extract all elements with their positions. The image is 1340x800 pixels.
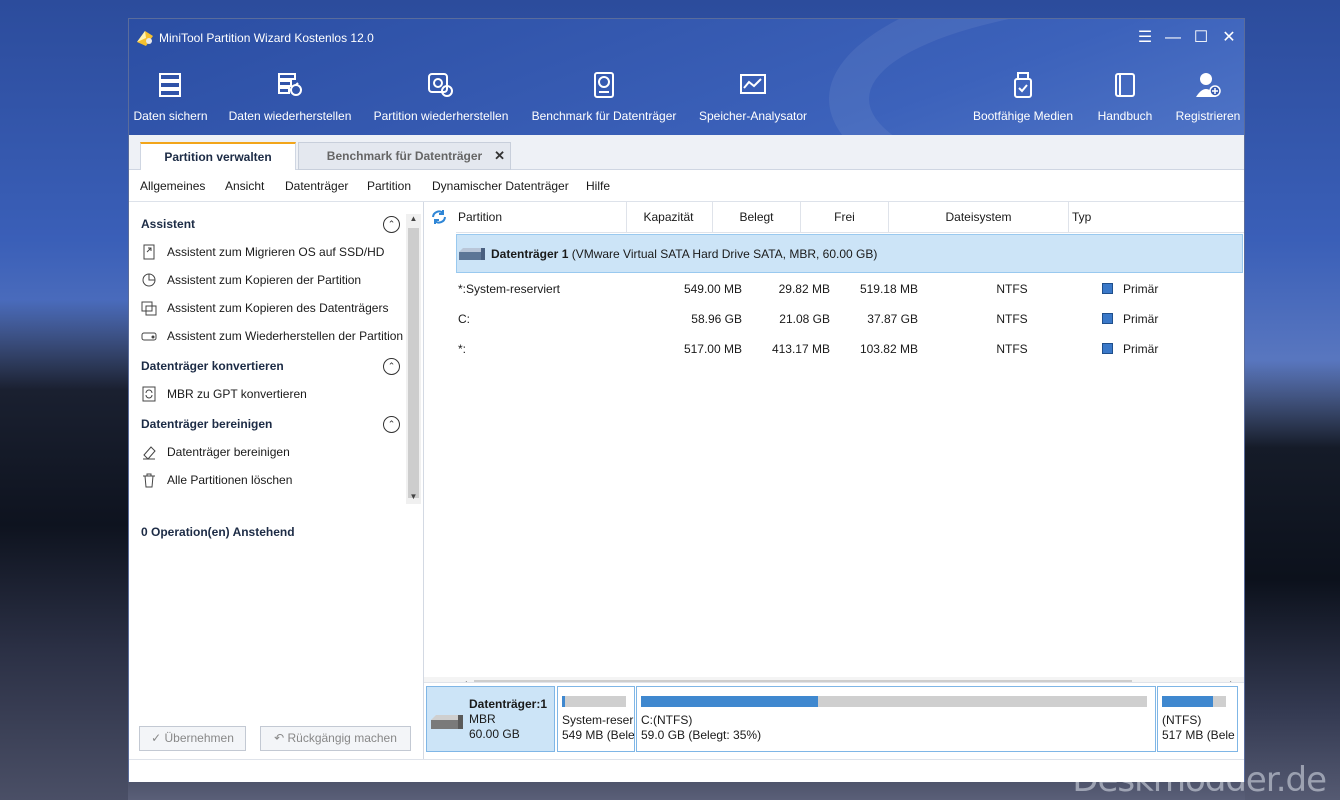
window-title: MiniTool Partition Wizard Kostenlos 12.0: [159, 31, 374, 45]
menu-datentraeger[interactable]: Datenträger: [285, 179, 348, 193]
toolbar-benchmark[interactable]: Benchmark für Datenträger: [530, 71, 678, 129]
table-row[interactable]: *: 517.00 MB 413.17 MB 103.82 MB NTFS Pr…: [456, 334, 1244, 364]
primary-type-icon: [1102, 343, 1113, 354]
toolbar-daten-wiederherstellen[interactable]: Daten wiederherstellen: [228, 71, 352, 129]
toolbar-bootfaehige-medien[interactable]: Bootfähige Medien: [971, 71, 1075, 129]
scroll-down-icon[interactable]: ▼: [406, 492, 421, 501]
menu-bar: Allgemeines Ansicht Datenträger Partitio…: [129, 170, 1244, 202]
app-logo-icon: [137, 31, 153, 46]
col-dateisystem[interactable]: Dateisystem: [889, 202, 1069, 232]
pending-operations: 0 Operation(en) Anstehend: [141, 525, 295, 539]
eraser-icon: [143, 446, 156, 460]
primary-type-icon: [1102, 313, 1113, 324]
col-partition[interactable]: Partition: [456, 202, 627, 232]
usage-bar: [641, 696, 819, 707]
toolbar-speicher-analysator[interactable]: Speicher-Analysator: [698, 71, 808, 129]
data-recovery-icon: [278, 73, 302, 96]
sidebar-item-copy-disk[interactable]: Assistent zum Kopieren des Datenträgers: [141, 300, 388, 320]
disk-map-size: 60.00 GB: [469, 727, 520, 741]
menu-icon[interactable]: ☰: [1134, 27, 1156, 49]
disk-detail: (VMware Virtual SATA Hard Drive SATA, MB…: [571, 247, 878, 261]
header-divider: [456, 232, 1244, 233]
maximize-button[interactable]: ☐: [1190, 27, 1212, 49]
recover-partition-icon: [141, 332, 157, 341]
col-kapazitaet[interactable]: Kapazität: [625, 202, 713, 232]
section-assistent: Assistent: [141, 217, 196, 231]
close-tab-icon[interactable]: ✕: [494, 143, 505, 169]
disk-name: Datenträger 1: [491, 247, 569, 261]
section-datentraeger-konvertieren: Datenträger konvertieren: [141, 359, 284, 373]
backup-icon: [158, 73, 181, 97]
manual-icon: [1115, 73, 1135, 97]
menu-allgemeines[interactable]: Allgemeines: [140, 179, 205, 193]
usage-bar: [1162, 696, 1214, 707]
sidebar-item-migrate-os[interactable]: Assistent zum Migrieren OS auf SSD/HD: [141, 244, 384, 264]
copy-disk-icon: [141, 301, 157, 316]
hard-disk-icon: [431, 715, 463, 729]
menu-ansicht[interactable]: Ansicht: [225, 179, 264, 193]
tab-partition-verwalten[interactable]: Partition verwalten: [140, 142, 296, 171]
trash-icon: [143, 473, 155, 488]
disk-map-partition[interactable]: (NTFS) 517 MB (Bele: [1157, 686, 1238, 752]
usage-bar: [562, 696, 566, 707]
migrate-os-icon: [143, 244, 155, 260]
header: MiniTool Partition Wizard Kostenlos 12.0…: [129, 19, 1244, 135]
scroll-up-icon[interactable]: ▲: [406, 214, 421, 223]
sidebar-scrollbar[interactable]: ▲ ▼: [406, 214, 421, 504]
title-bar: MiniTool Partition Wizard Kostenlos 12.0…: [129, 19, 1244, 57]
tab-bar: Partition verwalten Benchmark für Datent…: [129, 135, 1244, 171]
disk-map-scheme: MBR: [469, 712, 496, 726]
sidebar-scroll-thumb[interactable]: [408, 228, 419, 498]
copy-partition-icon: [142, 273, 156, 287]
convert-icon: [142, 386, 156, 402]
space-analyzer-icon: [740, 74, 766, 94]
primary-type-icon: [1102, 283, 1113, 294]
toolbar-handbuch[interactable]: Handbuch: [1095, 71, 1155, 129]
col-typ[interactable]: Typ: [1070, 202, 1242, 232]
sidebar-item-delete-all[interactable]: Alle Partitionen löschen: [141, 472, 292, 492]
desktop-background-left: [0, 300, 128, 800]
menu-partition[interactable]: Partition: [367, 179, 411, 193]
undo-button[interactable]: ↶ Rückgängig machen: [260, 726, 411, 751]
menu-hilfe[interactable]: Hilfe: [586, 179, 610, 193]
table-row[interactable]: *:System-reserviert 549.00 MB 29.82 MB 5…: [456, 274, 1244, 304]
status-bar: [129, 759, 1244, 782]
register-icon: [1196, 73, 1221, 97]
desktop-background-right: [1245, 360, 1340, 800]
disk-icon: [459, 248, 485, 260]
col-frei[interactable]: Frei: [801, 202, 889, 232]
disk-map-name: Datenträger:1: [469, 697, 548, 711]
close-button[interactable]: ✕: [1218, 27, 1240, 49]
app-window: MiniTool Partition Wizard Kostenlos 12.0…: [129, 19, 1244, 782]
disk-row[interactable]: Datenträger 1 (VMware Virtual SATA Hard …: [456, 234, 1243, 273]
tab-benchmark[interactable]: Benchmark für Datenträger ✕: [298, 142, 511, 170]
sidebar-item-copy-partition[interactable]: Assistent zum Kopieren der Partition: [141, 272, 361, 292]
disk-map-disk[interactable]: Datenträger:1 MBR 60.00 GB: [426, 686, 555, 752]
toolbar-partition-wiederherstellen[interactable]: Partition wiederherstellen: [372, 71, 510, 129]
sidebar: Assistent ⌃ Assistent zum Migrieren OS a…: [129, 202, 424, 781]
partition-recovery-icon: [428, 73, 453, 97]
collapse-assistent-icon[interactable]: ⌃: [383, 216, 400, 233]
toolbar-registrieren[interactable]: Registrieren: [1175, 71, 1241, 129]
refresh-icon[interactable]: [430, 208, 448, 226]
col-belegt[interactable]: Belegt: [713, 202, 801, 232]
bootable-media-icon: [1014, 72, 1032, 98]
collapse-bereinigen-icon[interactable]: ⌃: [383, 416, 400, 433]
section-datentraeger-bereinigen: Datenträger bereinigen: [141, 417, 273, 431]
menu-dynamischer-datentraeger[interactable]: Dynamischer Datenträger: [432, 179, 569, 193]
disk-map-partition[interactable]: System-reser 549 MB (Bele: [557, 686, 635, 752]
benchmark-icon: [594, 72, 614, 98]
apply-button[interactable]: ✓ Übernehmen: [139, 726, 246, 751]
collapse-konvertieren-icon[interactable]: ⌃: [383, 358, 400, 375]
minimize-button[interactable]: —: [1162, 27, 1184, 49]
table-row[interactable]: C: 58.96 GB 21.08 GB 37.87 GB NTFS Primä…: [456, 304, 1244, 334]
toolbar-daten-sichern[interactable]: Daten sichern: [133, 71, 208, 129]
disk-map-partition[interactable]: C:(NTFS) 59.0 GB (Belegt: 35%): [636, 686, 1156, 752]
sidebar-item-wipe-disk[interactable]: Datenträger bereinigen: [141, 444, 290, 464]
sidebar-item-recover-partition[interactable]: Assistent zum Wiederherstellen der Parti…: [141, 328, 403, 348]
sidebar-item-mbr-to-gpt[interactable]: MBR zu GPT konvertieren: [141, 386, 307, 406]
